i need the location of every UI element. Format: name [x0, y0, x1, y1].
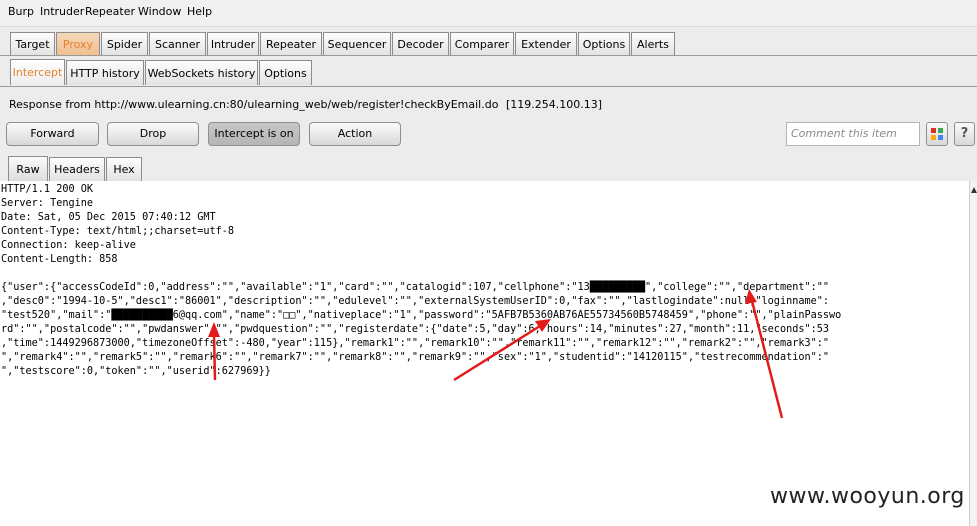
arrow-email [212, 333, 217, 381]
annotation-arrows [208, 289, 784, 419]
arrow-password [453, 324, 541, 382]
arrow-loginname [750, 300, 784, 419]
watermark: www.wooyun.org [770, 484, 965, 509]
arrow-email-head [208, 322, 220, 337]
arrow-loginname-head [745, 289, 757, 304]
arrow-password-head [535, 319, 551, 332]
